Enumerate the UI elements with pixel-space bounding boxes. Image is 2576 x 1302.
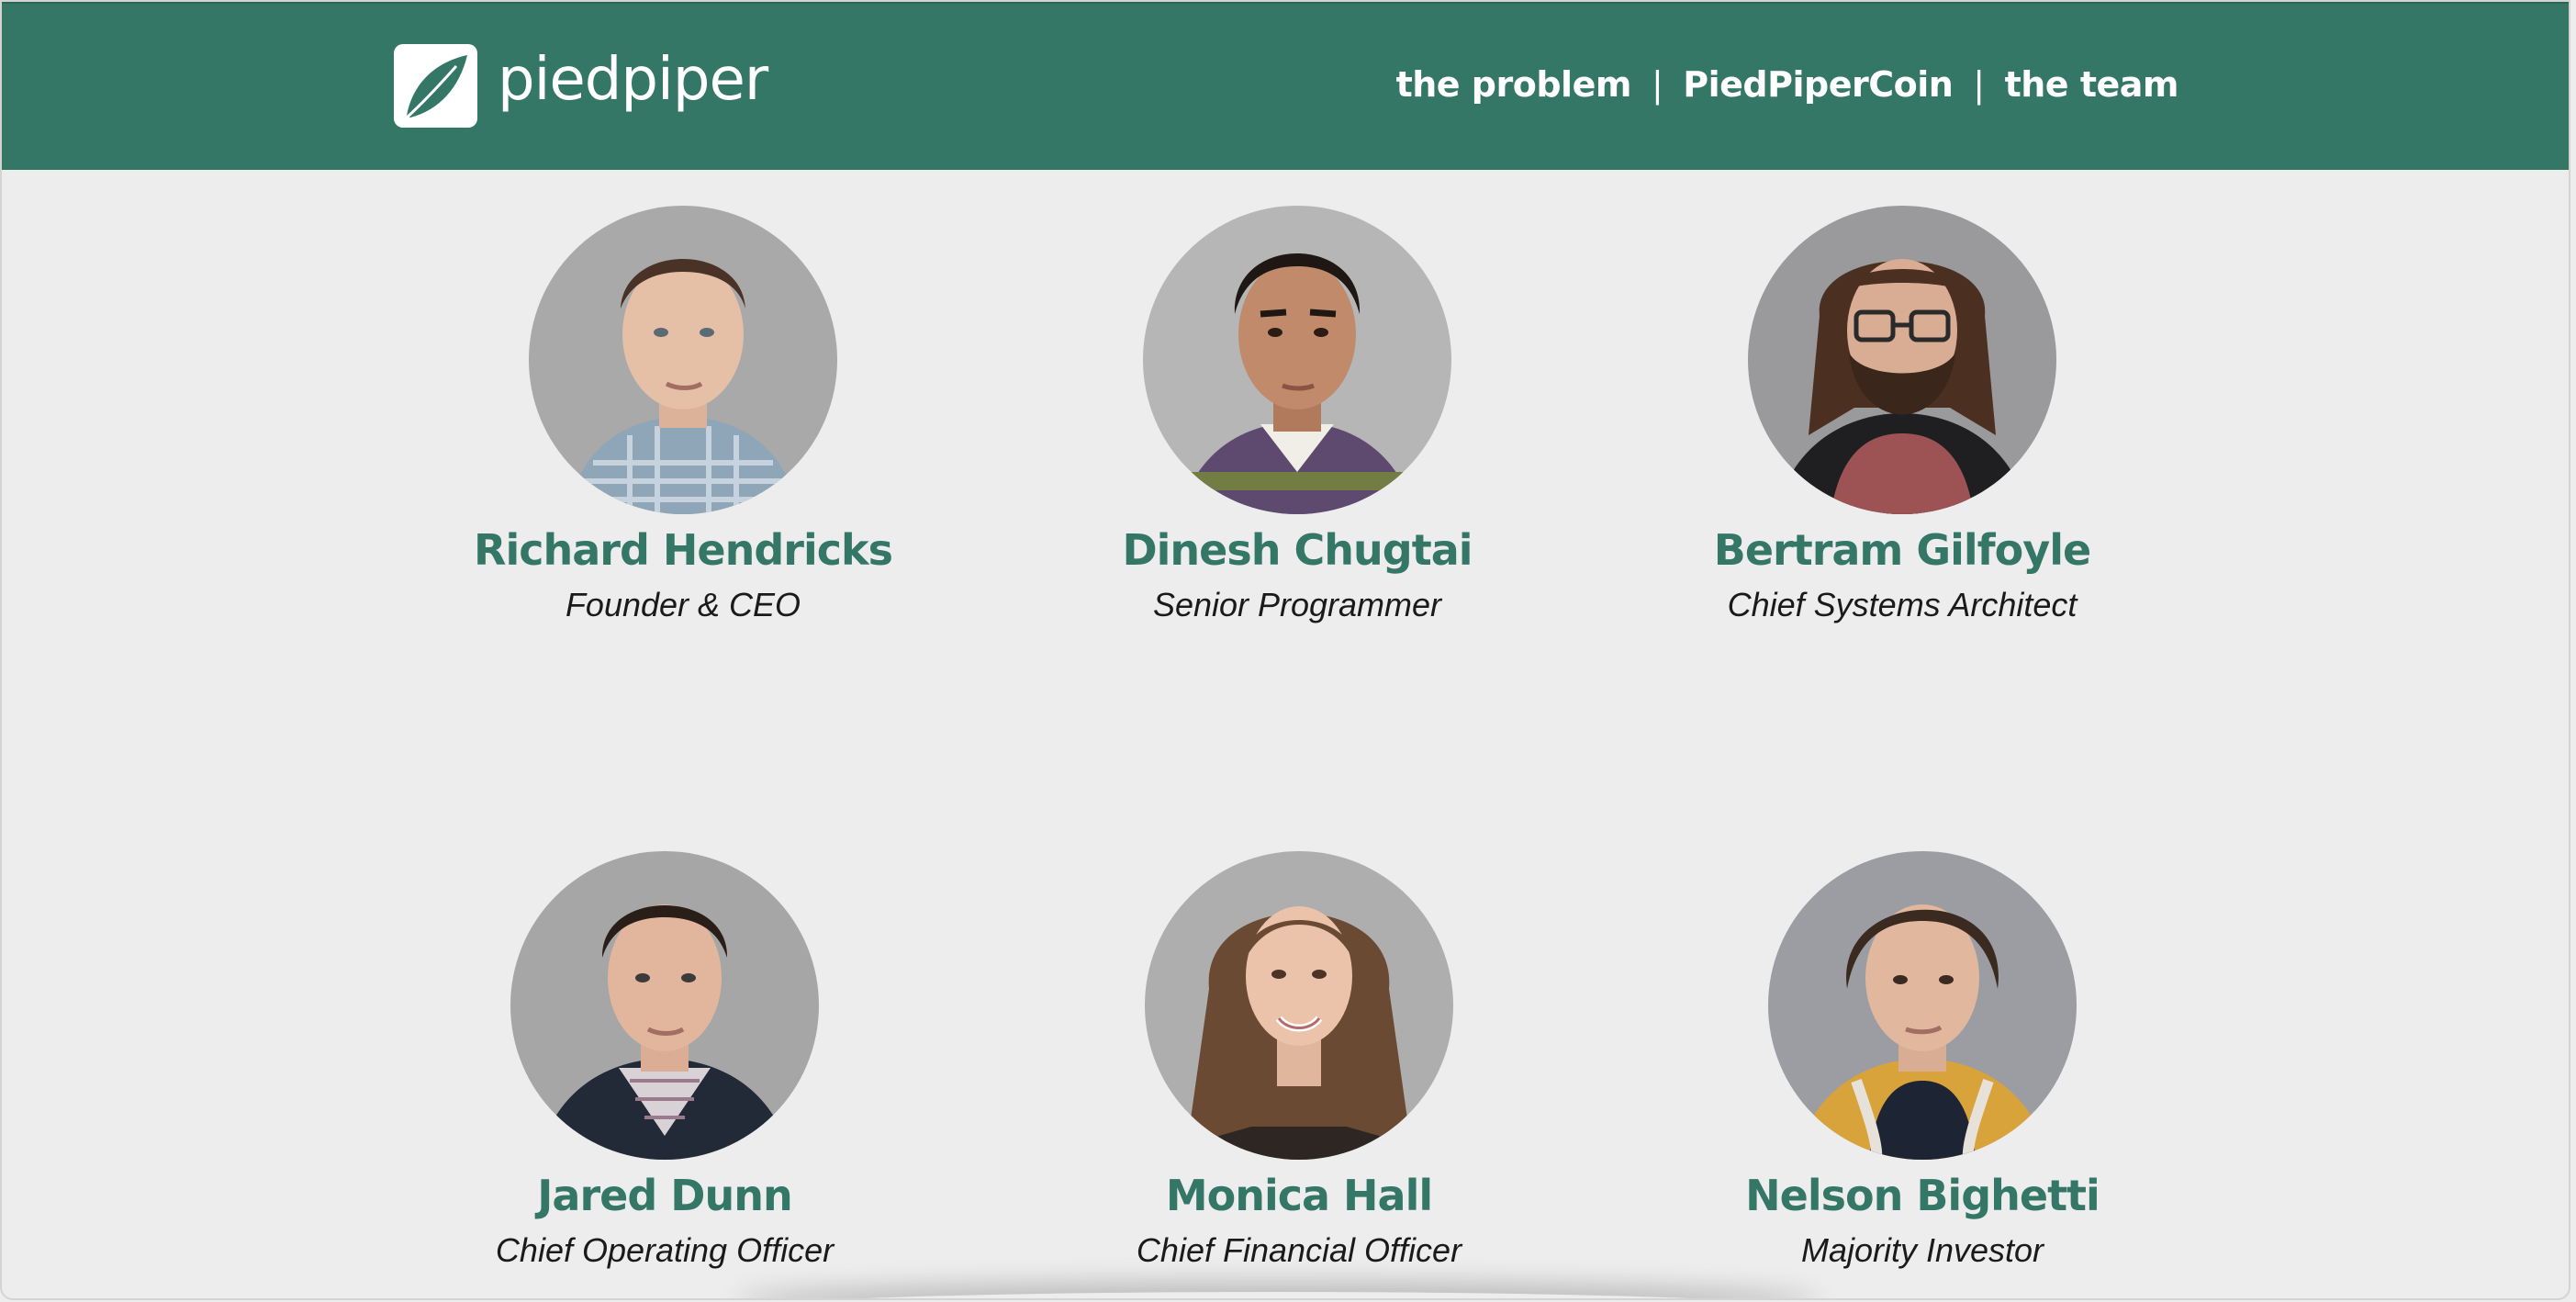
member-name: Nelson Bighetti (1745, 1171, 2100, 1220)
member-name: Richard Hendricks (474, 525, 893, 575)
member-role: Chief Financial Officer (1136, 1231, 1462, 1269)
bertram-gilfoyle-portrait (1748, 206, 2056, 514)
member-name: Jared Dunn (537, 1171, 792, 1220)
team-member-card: Richard Hendricks Founder & CEO (398, 206, 968, 624)
nav-link-the-team[interactable]: the team (2005, 64, 2179, 105)
nav-separator: | (1973, 64, 1985, 105)
team-member-card: Nelson Bighetti Majority Investor (1638, 851, 2207, 1270)
nav-link-the-problem[interactable]: the problem (1396, 64, 1632, 105)
richard-hendricks-portrait (529, 206, 837, 514)
team-member-card: Monica Hall Chief Financial Officer (1014, 851, 1584, 1270)
member-role: Chief Systems Architect (1727, 586, 2078, 623)
member-role: Founder & CEO (565, 586, 801, 623)
dinesh-chugtai-portrait (1143, 206, 1451, 514)
jared-dunn-portrait (510, 851, 819, 1160)
bottom-shadow (736, 1292, 1820, 1298)
nav-separator: | (1651, 64, 1663, 105)
nelson-bighetti-portrait (1768, 851, 2077, 1160)
brand-name: piedpiper (498, 45, 768, 114)
site-header: piedpiper the problem | PiedPiperCoin | … (2, 2, 2569, 170)
member-role: Majority Investor (1800, 1231, 2044, 1269)
logo-link[interactable]: piedpiper (394, 44, 768, 128)
member-role: Chief Operating Officer (495, 1231, 834, 1269)
member-role: Senior Programmer (1152, 586, 1442, 623)
member-name: Monica Hall (1165, 1171, 1433, 1220)
leaf-icon (394, 44, 477, 128)
main-nav: the problem | PiedPiperCoin | the team (1396, 64, 2179, 105)
nav-link-piedpipercoin[interactable]: PiedPiperCoin (1683, 64, 1954, 105)
member-name: Dinesh Chugtai (1122, 525, 1473, 575)
member-name: Bertram Gilfoyle (1713, 525, 2091, 575)
monica-hall-portrait (1145, 851, 1453, 1160)
team-member-card: Jared Dunn Chief Operating Officer (380, 851, 949, 1270)
team-member-card: Dinesh Chugtai Senior Programmer (1013, 206, 1582, 624)
browser-viewport: piedpiper the problem | PiedPiperCoin | … (0, 0, 2570, 1300)
team-member-card: Bertram Gilfoyle Chief Systems Architect (1618, 206, 2187, 624)
